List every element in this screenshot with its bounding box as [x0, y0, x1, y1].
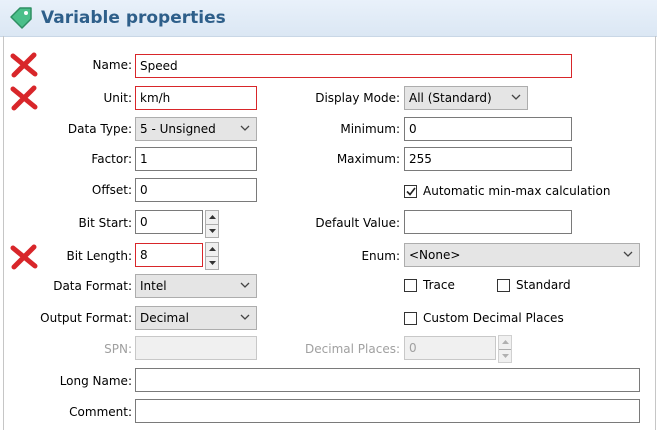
triangle-down-icon: [209, 261, 216, 265]
enum-label: Enum:: [361, 249, 400, 263]
standard-checkbox[interactable]: [497, 279, 510, 292]
triangle-up-icon: [209, 215, 216, 219]
name-label: Name:: [92, 58, 132, 72]
maximum-field[interactable]: 255: [404, 147, 572, 171]
factor-field[interactable]: 1: [135, 147, 257, 171]
trace-label: Trace: [423, 278, 455, 292]
comment-label: Comment:: [69, 405, 132, 419]
bit-length-label: Bit Length:: [66, 249, 132, 263]
error-x-icon: [10, 52, 38, 78]
long-name-field[interactable]: [135, 368, 640, 392]
spn-label: SPN:: [104, 342, 132, 356]
comment-field[interactable]: [135, 399, 640, 423]
panel-title: Variable properties: [41, 8, 226, 28]
triangle-up-icon: [209, 247, 216, 251]
long-name-label: Long Name:: [59, 374, 132, 388]
trace-checkbox[interactable]: [404, 279, 417, 292]
display-mode-value: All (Standard): [409, 91, 492, 105]
spin-up-button[interactable]: [206, 243, 218, 256]
data-type-value: 5 - Unsigned: [140, 122, 216, 136]
error-x-icon: [10, 85, 38, 111]
maximum-label: Maximum:: [336, 152, 400, 166]
default-value-field[interactable]: [404, 210, 572, 234]
checkmark-icon: [406, 187, 416, 196]
data-format-label: Data Format:: [53, 279, 132, 293]
minimum-field[interactable]: 0: [404, 117, 572, 141]
triangle-down-icon: [209, 229, 216, 233]
offset-label: Offset:: [91, 183, 132, 197]
data-type-label: Data Type:: [67, 122, 132, 136]
enum-select[interactable]: <None>: [404, 243, 640, 267]
panel-header: Variable properties: [0, 0, 657, 37]
minimum-label: Minimum:: [340, 122, 400, 136]
error-x-icon: [10, 244, 38, 270]
standard-label: Standard: [516, 278, 571, 292]
unit-label: Unit:: [103, 91, 132, 105]
auto-minmax-checkbox[interactable]: [404, 185, 417, 198]
chevron-down-icon: [240, 125, 250, 132]
triangle-down-icon: [502, 354, 509, 358]
tag-icon: [8, 6, 34, 30]
chevron-down-icon: [511, 94, 521, 101]
output-format-label: Output Format:: [40, 311, 132, 325]
default-value-label: Default Value:: [315, 216, 400, 230]
bit-start-label: Bit Start:: [78, 216, 132, 230]
data-type-select[interactable]: 5 - Unsigned: [135, 117, 257, 141]
bit-length-field[interactable]: 8: [135, 243, 203, 267]
output-format-value: Decimal: [140, 311, 189, 325]
spn-field[interactable]: [135, 336, 257, 360]
data-format-value: Intel: [140, 279, 167, 293]
enum-value: <None>: [409, 248, 461, 262]
offset-field[interactable]: 0: [135, 178, 257, 202]
bit-length-spinner[interactable]: [205, 242, 219, 270]
name-field[interactable]: Speed: [135, 54, 572, 78]
chevron-down-icon: [623, 251, 633, 258]
factor-label: Factor:: [91, 152, 132, 166]
display-mode-select[interactable]: All (Standard): [404, 86, 528, 110]
spin-up-button[interactable]: [499, 336, 511, 349]
output-format-select[interactable]: Decimal: [135, 306, 257, 330]
auto-minmax-label: Automatic min-max calculation: [423, 184, 611, 198]
decimal-places-field[interactable]: 0: [404, 336, 496, 360]
spin-down-button[interactable]: [499, 349, 511, 363]
chevron-down-icon: [240, 314, 250, 321]
display-mode-label: Display Mode:: [315, 91, 400, 105]
chevron-down-icon: [240, 282, 250, 289]
spin-up-button[interactable]: [206, 211, 218, 224]
data-format-select[interactable]: Intel: [135, 274, 257, 298]
spin-down-button[interactable]: [206, 256, 218, 270]
bit-start-spinner[interactable]: [205, 210, 219, 238]
unit-field[interactable]: km/h: [135, 86, 257, 110]
spin-down-button[interactable]: [206, 224, 218, 238]
bit-start-field[interactable]: 0: [135, 210, 203, 234]
triangle-up-icon: [502, 340, 509, 344]
custom-decimal-label: Custom Decimal Places: [423, 311, 564, 325]
decimal-places-spinner[interactable]: [498, 335, 512, 363]
decimal-places-label: Decimal Places:: [305, 342, 400, 356]
custom-decimal-checkbox[interactable]: [404, 312, 417, 325]
